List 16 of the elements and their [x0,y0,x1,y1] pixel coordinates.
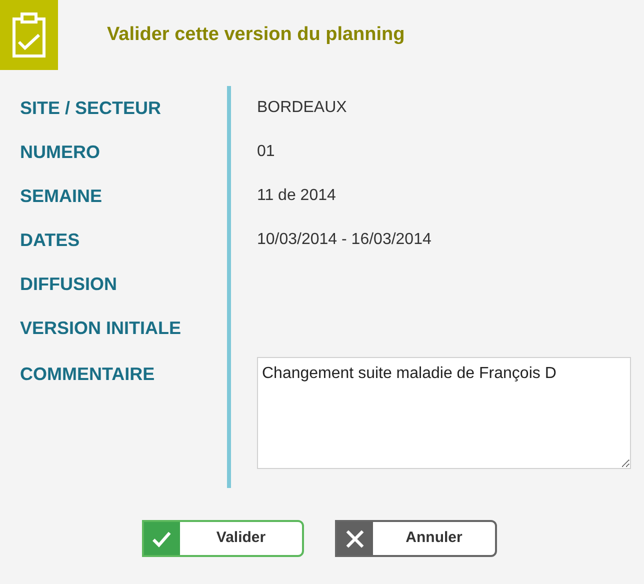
field-label: COMMENTAIRE [20,364,155,384]
validate-button[interactable]: Valider [142,520,304,557]
field-label: NUMERO [20,140,100,164]
clipboard-check-icon [11,11,47,59]
field-value: 01 [257,142,275,162]
comment-field[interactable]: Changement suite maladie de François D [257,357,631,469]
cancel-button[interactable]: Annuler [335,520,497,557]
field-value: 10/03/2014 - 16/03/2014 [257,230,432,250]
field-value: 11 de 2014 [257,186,336,206]
field-value: BORDEAUX [257,98,347,118]
field-label: SITE / SECTEUR [20,96,162,120]
field-label: DIFFUSION [20,272,117,296]
dialog-title: Valider cette version du planning [107,22,405,47]
field-label: VERSION INITIALE [20,316,182,340]
field-label: DATES [20,228,80,252]
field-label: SEMAINE [20,184,102,208]
